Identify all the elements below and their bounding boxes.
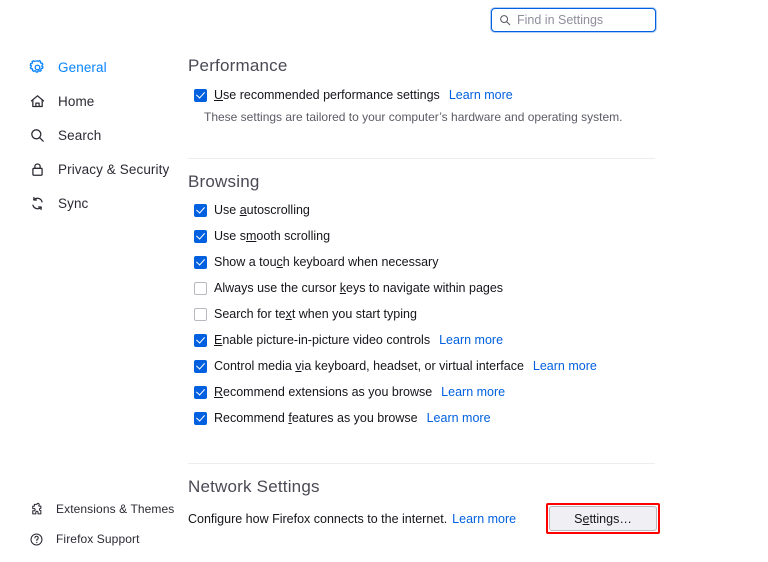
label-post: h keyboard when necessary [282, 255, 439, 269]
setting-row-smooth-scrolling[interactable]: Use smooth scrolling [194, 229, 330, 244]
settings-main-pane: Performance Use recommended performance … [188, 0, 768, 562]
setting-label-cursor-keys: Always use the cursor keys to navigate w… [214, 281, 503, 296]
setting-row-media-control[interactable]: Control media via keyboard, headset, or … [194, 359, 597, 374]
sidebar-footer-nav: Extensions & Themes Firefox Support [0, 494, 180, 554]
setting-label-media-control: Control media via keyboard, headset, or … [214, 359, 524, 374]
label-pre: Search for te [214, 307, 286, 321]
button-label-pre: S [574, 511, 583, 526]
setting-label-recommend-extensions: Recommend extensions as you browse [214, 385, 432, 400]
sidebar-item-label: Firefox Support [56, 532, 140, 546]
label-post: ecommend extensions as you browse [223, 385, 433, 399]
checkbox-recommended-performance[interactable] [194, 89, 207, 102]
checkbox-picture-in-picture[interactable] [194, 334, 207, 347]
checkbox-cursor-keys[interactable] [194, 282, 207, 295]
setting-label-picture-in-picture: Enable picture-in-picture video controls [214, 333, 430, 348]
home-icon [30, 94, 45, 107]
search-icon [31, 128, 44, 142]
checkbox-recommend-extensions[interactable] [194, 386, 207, 399]
setting-row-touch-keyboard[interactable]: Show a touch keyboard when necessary [194, 255, 438, 270]
browsing-heading: Browsing [188, 172, 260, 191]
accesskey-char: a [239, 203, 247, 217]
puzzle-piece-icon [32, 502, 42, 514]
setting-label-touch-keyboard: Show a touch keyboard when necessary [214, 255, 438, 270]
network-settings-button[interactable]: Se ttings… [549, 506, 657, 531]
learn-more-link-media-control[interactable]: Learn more [533, 359, 597, 373]
settings-sidebar: General Home Search Privacy & Security S… [0, 0, 180, 562]
sidebar-item-home[interactable]: Home [0, 84, 180, 118]
sidebar-item-firefox-support[interactable]: Firefox Support [0, 524, 180, 554]
label-pre: Control media [214, 359, 296, 373]
sidebar-item-label: Search [58, 127, 102, 143]
setting-row-recommend-extensions[interactable]: Recommend extensions as you browse Learn… [194, 385, 505, 400]
accesskey-char: e [582, 511, 590, 526]
setting-label-recommend-features: Recommend features as you browse [214, 411, 418, 426]
sidebar-item-search[interactable]: Search [0, 118, 180, 152]
checkbox-recommend-features[interactable] [194, 412, 207, 425]
sidebar-item-label: Sync [58, 195, 89, 211]
checkbox-touch-keyboard[interactable] [194, 256, 207, 269]
setting-row-recommended-performance[interactable]: Use recommended performance settings Lea… [194, 88, 513, 103]
label-pre: Show a tou [214, 255, 277, 269]
network-description-text: Configure how Firefox connects to the in… [188, 512, 448, 526]
label-post: eys to navigate within pages [346, 281, 504, 295]
setting-label-smooth-scrolling: Use smooth scrolling [214, 229, 330, 244]
sidebar-item-label: Home [58, 93, 95, 109]
accesskey-char: R [214, 385, 224, 399]
learn-more-link-network[interactable]: Learn more [452, 512, 516, 526]
setting-row-autoscrolling[interactable]: Use autoscrolling [194, 203, 310, 218]
accesskey-char: U [214, 88, 224, 102]
divider-browsing-network [188, 463, 655, 464]
setting-label-search-while-typing: Search for text when you start typing [214, 307, 417, 322]
label-post: eatures as you browse [291, 411, 418, 425]
network-settings-heading: Network Settings [188, 477, 320, 496]
sidebar-item-extensions-themes[interactable]: Extensions & Themes [0, 494, 180, 524]
sidebar-item-label: Privacy & Security [58, 161, 170, 177]
setting-label-text: se recommended performance settings [223, 88, 440, 102]
label-post: ooth scrolling [256, 229, 331, 243]
label-post: nable picture-in-picture video controls [222, 333, 431, 347]
setting-row-picture-in-picture[interactable]: Enable picture-in-picture video controls… [194, 333, 503, 348]
label-pre: Recommend [214, 411, 289, 425]
button-label-post: ttings… [589, 511, 632, 526]
label-post: utoscrolling [246, 203, 310, 217]
sidebar-item-label: Extensions & Themes [56, 502, 175, 516]
label-post: ia keyboard, headset, or virtual interfa… [301, 359, 524, 373]
learn-more-link-picture-in-picture[interactable]: Learn more [439, 333, 503, 347]
setting-row-recommend-features[interactable]: Recommend features as you browse Learn m… [194, 411, 491, 426]
setting-label-autoscrolling: Use autoscrolling [214, 203, 310, 218]
performance-heading: Performance [188, 56, 288, 75]
checkbox-autoscrolling[interactable] [194, 204, 207, 217]
learn-more-link-performance[interactable]: Learn more [449, 88, 513, 102]
label-pre: Use [214, 203, 240, 217]
setting-row-search-while-typing[interactable]: Search for text when you start typing [194, 307, 417, 322]
checkbox-smooth-scrolling[interactable] [194, 230, 207, 243]
setting-label-recommended-performance: Use recommended performance settings [214, 88, 440, 103]
sidebar-item-label: General [58, 59, 107, 75]
label-pre: Always use the cursor [214, 281, 340, 295]
checkbox-media-control[interactable] [194, 360, 207, 373]
sync-icon [32, 196, 43, 210]
sidebar-item-general[interactable]: General [0, 50, 180, 84]
sidebar-item-sync[interactable]: Sync [0, 186, 180, 220]
divider-performance-browsing [188, 158, 655, 159]
label-pre: Use s [214, 229, 246, 243]
performance-description: These settings are tailored to your comp… [204, 110, 623, 124]
label-post: t when you start typing [291, 307, 417, 321]
gear-icon [29, 59, 44, 73]
lock-icon [32, 162, 43, 176]
network-settings-description: Configure how Firefox connects to the in… [188, 512, 516, 526]
learn-more-link-recommend-features[interactable]: Learn more [427, 411, 491, 425]
setting-row-cursor-keys[interactable]: Always use the cursor keys to navigate w… [194, 281, 503, 296]
learn-more-link-recommend-extensions[interactable]: Learn more [441, 385, 505, 399]
checkbox-search-while-typing[interactable] [194, 308, 207, 321]
sidebar-item-privacy-security[interactable]: Privacy & Security [0, 152, 180, 186]
accesskey-char: m [245, 229, 257, 243]
question-circle-icon [30, 532, 43, 546]
sidebar-nav: General Home Search Privacy & Security S… [0, 50, 180, 220]
